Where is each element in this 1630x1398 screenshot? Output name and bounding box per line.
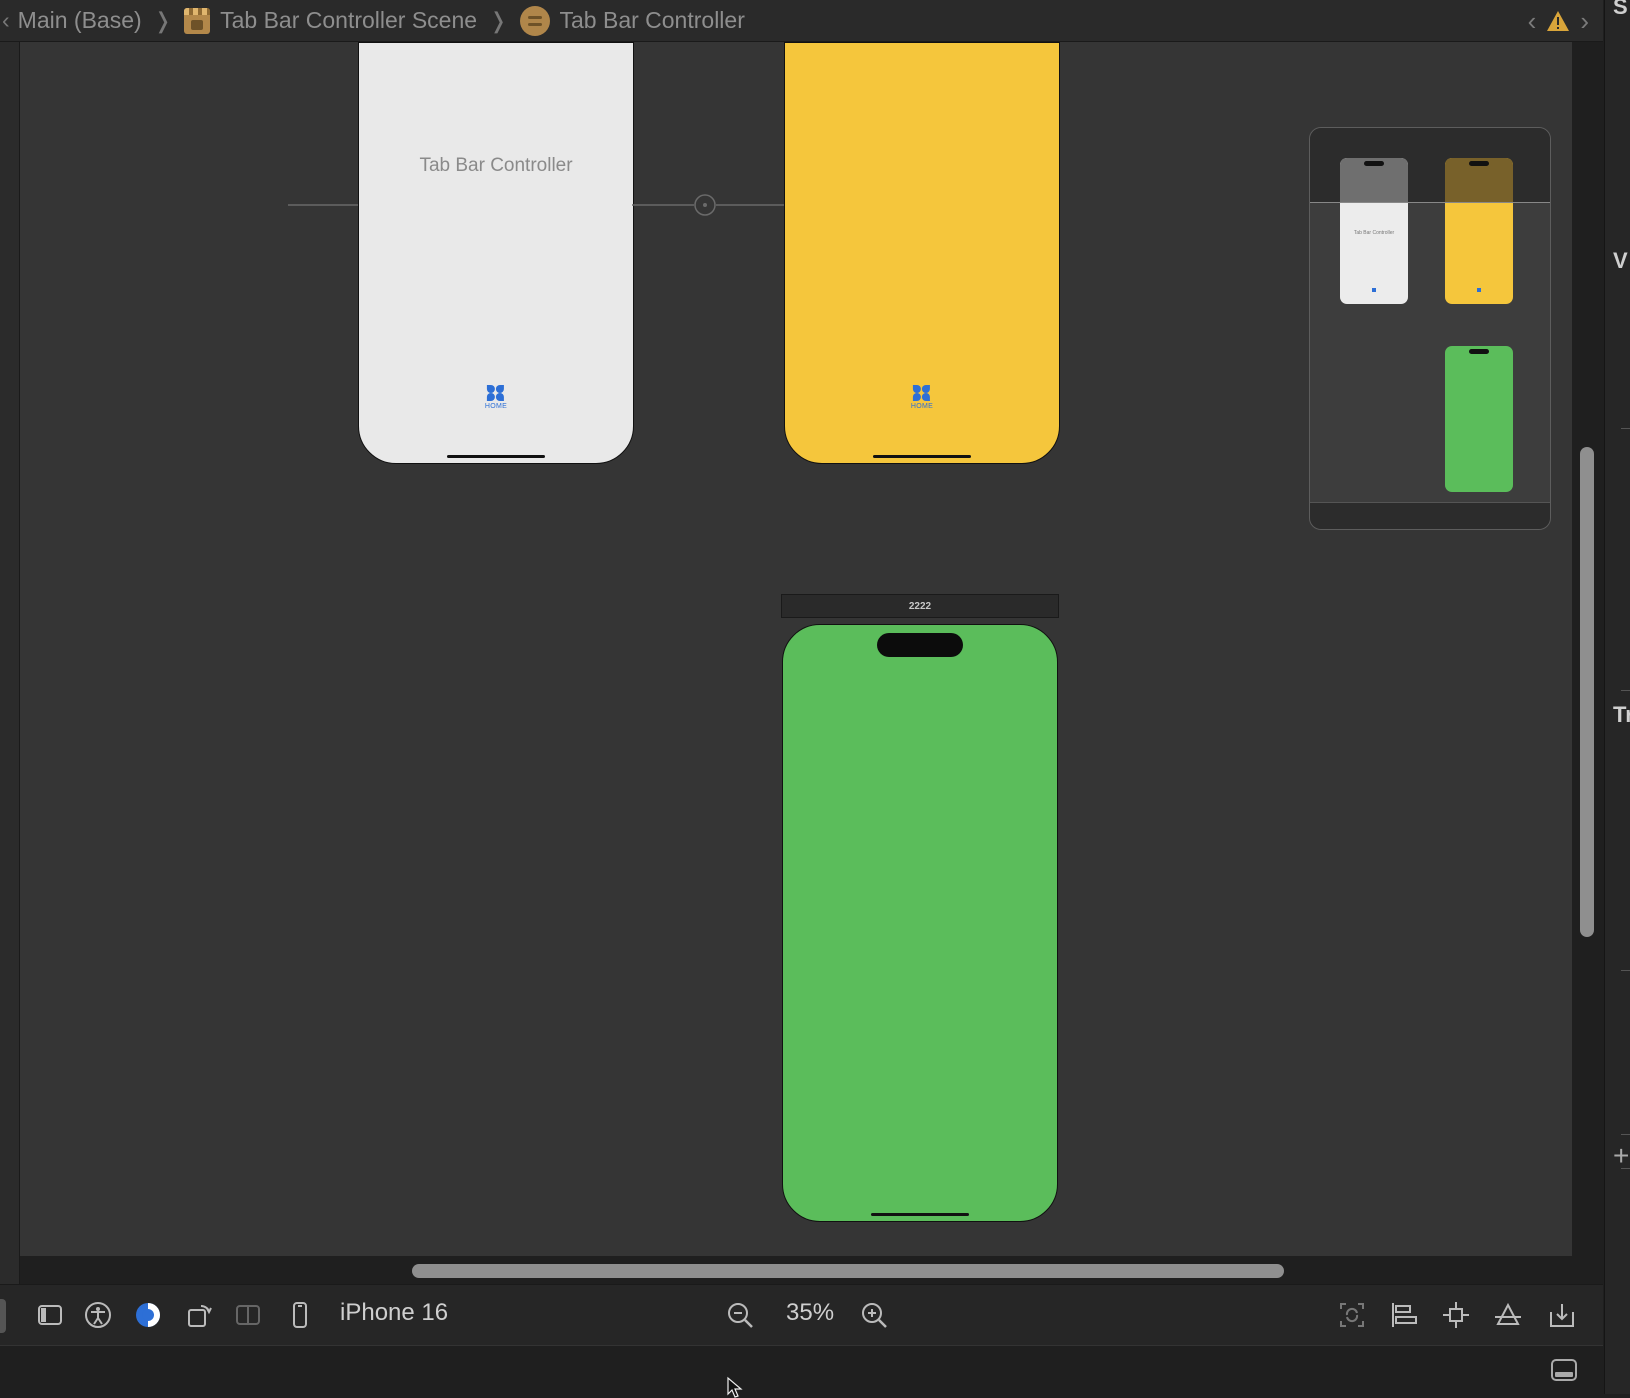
chevron-left-icon[interactable]: ‹ [1528,8,1537,34]
inspector-label: Tr [1613,702,1630,727]
breadcrumb: ‹ Main (Base) ❭ Tab Bar Controller Scene… [0,0,1603,42]
home-indicator [873,455,971,458]
breadcrumb-separator: ❭ [489,7,508,33]
green-scene-title-bar[interactable]: 2222 [781,594,1059,618]
tab-bar-controller-icon [519,5,550,36]
device-button[interactable] [280,1295,320,1335]
breadcrumb-label: Main (Base) [17,7,142,33]
zoom-out-icon [728,1303,753,1328]
accessibility-button[interactable] [78,1295,118,1335]
rotate-icon [188,1305,212,1327]
navigator-edge [0,42,20,1292]
breadcrumb-label: Tab Bar Controller Scene [220,7,478,33]
zoom-in-button[interactable] [854,1295,894,1335]
update-frames-button[interactable] [1332,1295,1372,1335]
divider [1621,690,1630,691]
tab-label: HOME [910,403,934,410]
minimap-tab-bar-controller: Tab Bar Controller [1340,158,1408,304]
dynamic-island [877,633,963,657]
toggle-debug-area-icon[interactable] [1550,1356,1578,1384]
zoom-level: 35% [786,1299,835,1326]
scene-title: 2222 [908,600,932,612]
chevron-right-icon[interactable]: › [1580,8,1589,34]
device-name[interactable]: iPhone 16 [340,1299,448,1327]
resolve-icon [1495,1302,1521,1325]
scene-icon [184,7,211,34]
minimap-green-controller [1445,346,1513,492]
document-outline-button[interactable] [30,1295,70,1335]
breadcrumb-item-tab-bar-controller[interactable]: Tab Bar Controller [519,5,745,36]
minimap-yellow-controller [1445,158,1513,304]
storyboard-canvas[interactable]: Tab Bar Controller HOME HOME 2222 Tab Ba… [20,42,1572,1256]
divider [1621,428,1630,429]
refresh-frames-icon [1340,1303,1364,1327]
orientation-button[interactable] [180,1295,220,1335]
minimap[interactable]: Tab Bar Controller [1309,127,1551,530]
sidebar-icon [38,1305,62,1325]
embed-icon [1550,1304,1574,1327]
divider [1621,1168,1630,1169]
green-view-controller-scene[interactable] [782,624,1058,1222]
home-indicator [447,455,545,458]
home-indicator [871,1213,969,1216]
pin-icon [1443,1302,1469,1328]
canvas-toolbar: iPhone 16 35% [0,1284,1603,1345]
align-button[interactable] [1384,1295,1424,1335]
back-partial-icon: ‹ [2,7,10,33]
inspector-panel-edge: S V Tr + [1604,0,1630,1394]
zoom-out-button[interactable] [720,1295,760,1335]
breadcrumb-item-main[interactable]: Main (Base) [18,7,142,34]
tab-bar-controller-title: Tab Bar Controller [419,155,573,176]
minimap-label: Tab Bar Controller [1353,230,1395,236]
iphone-icon [293,1302,307,1328]
split-view-button[interactable] [228,1295,268,1335]
breadcrumb-label: Tab Bar Controller [559,7,745,33]
home-tab-icon [486,385,505,402]
mouse-cursor-icon [727,1376,743,1398]
divider [1621,970,1630,971]
breadcrumb-item-scene[interactable]: Tab Bar Controller Scene [184,7,477,34]
inspector-label: S [1613,0,1628,19]
tab-bar-item-home[interactable]: HOME [485,385,507,410]
align-icon [1392,1303,1417,1327]
minimap-footer [1310,502,1550,529]
home-tab-icon [912,385,931,402]
embed-in-button[interactable] [1542,1295,1582,1335]
tab-label: HOME [484,403,508,410]
tab-bar-controller-scene[interactable]: Tab Bar Controller HOME [358,42,634,464]
vertical-scrollbar[interactable] [1580,447,1594,937]
issue-navigator: ‹ › [1528,0,1603,41]
yellow-view-controller-scene[interactable]: HOME [784,42,1060,464]
warning-icon[interactable] [1546,10,1570,32]
relationship-segue-icon[interactable] [632,190,804,220]
inspector-label: V [1613,248,1628,273]
horizontal-scrollbar[interactable] [412,1264,1284,1278]
add-constraints-button[interactable] [1436,1295,1476,1335]
toolbar-edge [0,1299,6,1333]
breadcrumb-separator: ❭ [153,7,173,33]
resolve-issues-button[interactable] [1488,1295,1528,1335]
appearance-icon [136,1303,160,1327]
tab-bar-item-home[interactable]: HOME [911,385,933,410]
zoom-in-icon [862,1303,887,1328]
debug-area-bar [0,1345,1603,1398]
minimap-viewport-line [1310,202,1550,203]
divider [1621,1134,1630,1135]
appearance-button[interactable] [128,1295,168,1335]
accessibility-icon [85,1302,111,1328]
split-view-icon [236,1305,260,1325]
